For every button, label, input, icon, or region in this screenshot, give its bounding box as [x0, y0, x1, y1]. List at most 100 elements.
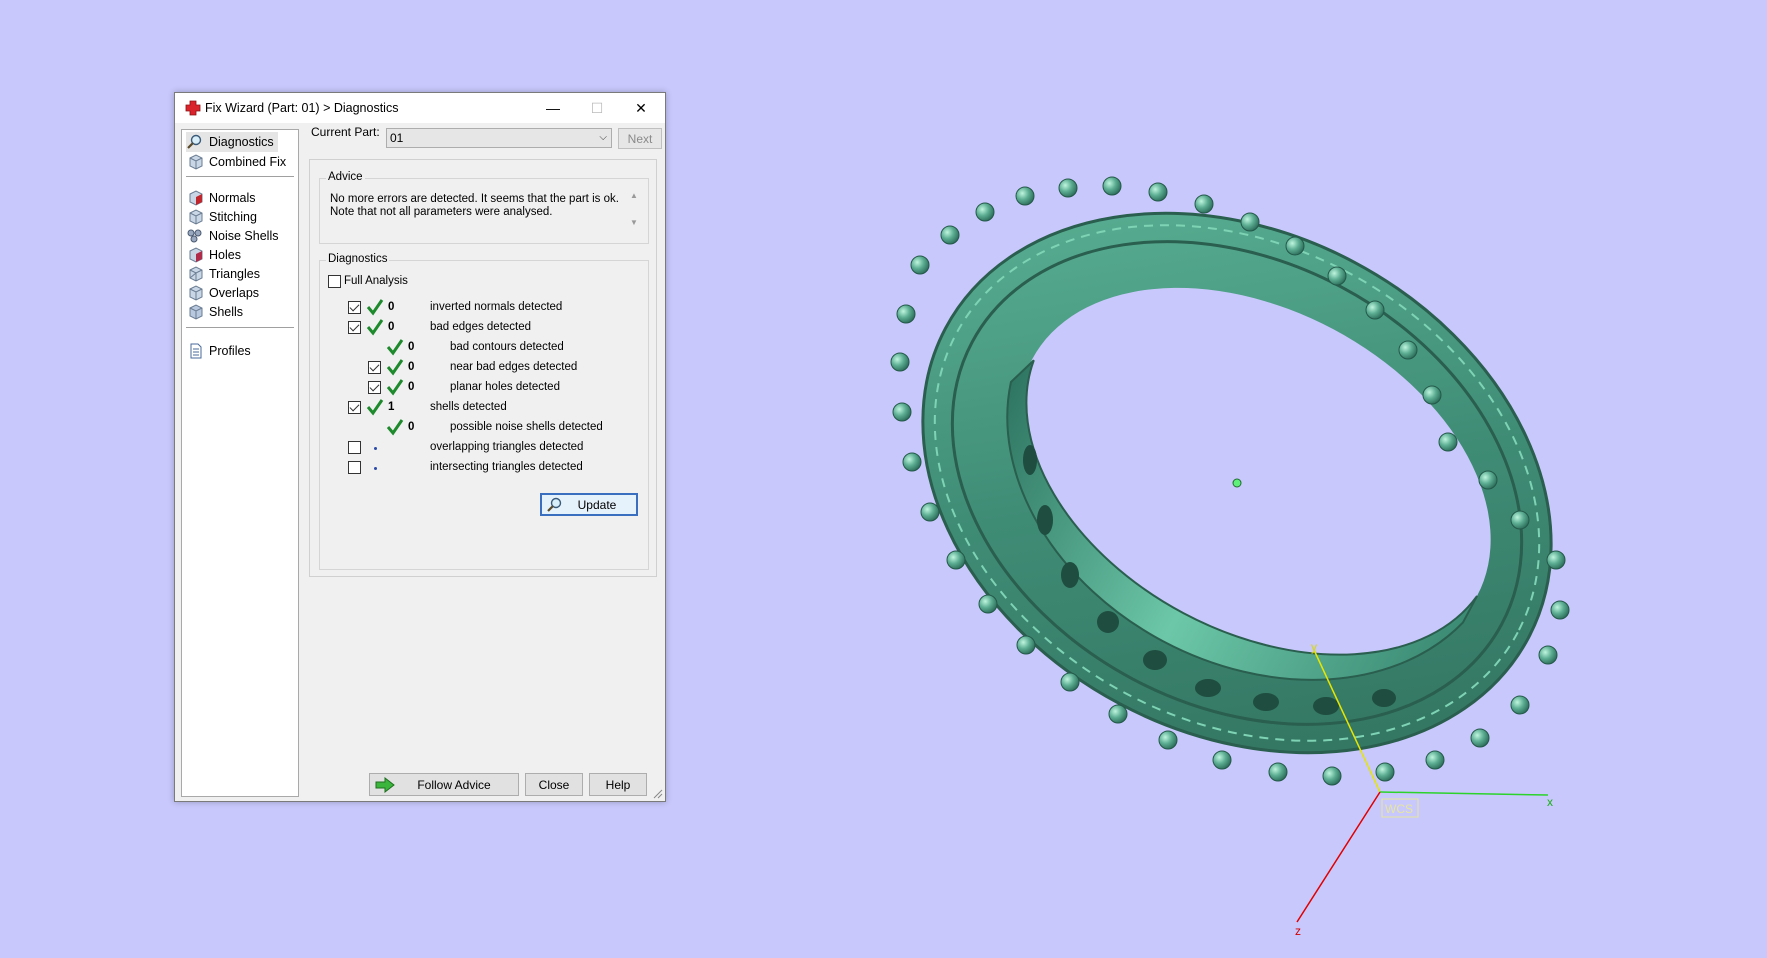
bad-edges-checkbox[interactable] — [348, 321, 361, 334]
shells-checkbox[interactable] — [348, 401, 361, 414]
update-label: Update — [577, 497, 617, 512]
title-bar[interactable]: Fix Wizard (Part: 01) > Diagnostics — ☐ … — [175, 93, 665, 123]
nav-item-shells[interactable]: Shells — [186, 302, 247, 322]
minimize-button[interactable]: — — [531, 93, 575, 123]
nav-item-normals[interactable]: Normals — [186, 188, 260, 208]
follow-advice-button[interactable]: Follow Advice — [369, 773, 519, 796]
nav-item-holes[interactable]: Holes — [186, 245, 245, 265]
noise-shells-icon — [187, 229, 202, 243]
shells-cube-icon — [189, 304, 203, 320]
nav-item-combined-fix[interactable]: Combined Fix — [186, 152, 290, 172]
noise-shells-text: possible noise shells detected — [450, 421, 603, 433]
chevron-down-icon: ⌵ — [599, 132, 607, 143]
near-bad-edges-count: 0 — [408, 361, 415, 373]
maximize-button[interactable]: ☐ — [575, 93, 619, 123]
wcs-label: WCS — [1385, 802, 1413, 816]
axis-x-label: x — [1547, 795, 1553, 809]
near-bad-edges-checkbox[interactable] — [368, 361, 381, 374]
overlapping-triangles-text: overlapping triangles detected — [430, 441, 584, 453]
full-analysis-label: Full Analysis — [344, 275, 408, 287]
overlaps-cube-icon — [189, 285, 203, 301]
nav-item-diagnostics[interactable]: Diagnostics — [186, 132, 278, 152]
inverted-normals-checkbox[interactable] — [348, 301, 361, 314]
nav-label: Combined Fix — [209, 155, 287, 169]
advice-text: No more errors are detected. It seems th… — [330, 193, 620, 219]
current-part-select[interactable]: 01 ⌵ — [386, 128, 612, 148]
diagnostics-group: Diagnostics Full Analysis 0 inverted nor… — [319, 253, 649, 570]
noise-shells-count: 0 — [408, 421, 415, 433]
cube-icon — [189, 154, 203, 170]
nav-label: Shells — [209, 305, 244, 319]
magnifier-icon — [547, 497, 562, 512]
advice-line-1: No more errors are detected. It seems th… — [330, 193, 619, 205]
close-button[interactable]: Close — [525, 773, 583, 796]
pending-dot-icon — [374, 467, 377, 470]
nav-item-stitching[interactable]: Stitching — [186, 207, 261, 227]
check-icon — [386, 339, 404, 356]
red-cross-icon — [185, 100, 201, 116]
help-button[interactable]: Help — [589, 773, 647, 796]
check-icon — [366, 319, 384, 336]
nav-item-overlaps[interactable]: Overlaps — [186, 283, 263, 303]
overlapping-triangles-checkbox[interactable] — [348, 441, 361, 454]
center-point — [1232, 478, 1242, 488]
advice-scrollbar[interactable]: ▲ ▼ — [628, 191, 640, 237]
nav-label: Holes — [209, 248, 241, 262]
bad-contours-count: 0 — [408, 341, 415, 353]
nav-label: Triangles — [209, 267, 260, 281]
fix-wizard-dialog: Fix Wizard (Part: 01) > Diagnostics — ☐ … — [174, 92, 666, 802]
near-bad-edges-text: near bad edges detected — [450, 361, 578, 373]
nav-label: Noise Shells — [209, 229, 279, 243]
nav-label: Profiles — [209, 344, 251, 358]
nav-label: Stitching — [209, 210, 257, 224]
advice-title: Advice — [326, 171, 365, 183]
current-part-label: Current Part: — [311, 125, 380, 139]
full-analysis-checkbox[interactable] — [328, 275, 341, 288]
planar-holes-checkbox[interactable] — [368, 381, 381, 394]
nav-divider — [186, 176, 294, 177]
nav-label: Diagnostics — [209, 135, 274, 149]
advice-line-2: Note that not all parameters were analys… — [330, 206, 553, 218]
normals-cube-icon — [189, 190, 203, 206]
follow-advice-label: Follow Advice — [417, 777, 491, 792]
content-panel: Advice No more errors are detected. It s… — [309, 159, 657, 577]
close-window-button[interactable]: ✕ — [619, 93, 663, 123]
nav-label: Overlaps — [209, 286, 260, 300]
nav-label: Normals — [209, 191, 256, 205]
resize-grip-icon[interactable] — [653, 789, 663, 799]
nav-item-triangles[interactable]: Triangles — [186, 264, 264, 284]
current-part-value: 01 — [390, 131, 404, 145]
stitching-cube-icon — [189, 209, 203, 225]
pending-dot-icon — [374, 447, 377, 450]
axis-y-label: y — [1311, 640, 1317, 654]
next-button[interactable]: Next — [618, 128, 662, 149]
bad-contours-text: bad contours detected — [450, 341, 564, 353]
check-icon — [366, 399, 384, 416]
triangles-cube-icon — [189, 266, 203, 282]
magnifier-icon — [187, 134, 202, 149]
shells-count: 1 — [388, 401, 395, 413]
intersecting-triangles-text: intersecting triangles detected — [430, 461, 583, 473]
green-arrow-icon — [375, 777, 395, 793]
inverted-normals-text: inverted normals detected — [430, 301, 563, 313]
bad-edges-count: 0 — [388, 321, 395, 333]
intersecting-triangles-checkbox[interactable] — [348, 461, 361, 474]
nav-item-noise-shells[interactable]: Noise Shells — [186, 226, 282, 246]
document-icon — [190, 343, 202, 359]
update-button[interactable]: Update — [540, 493, 638, 516]
inverted-normals-count: 0 — [388, 301, 395, 313]
axis-z-label: z — [1295, 924, 1301, 938]
check-icon — [386, 359, 404, 376]
bad-edges-text: bad edges detected — [430, 321, 532, 333]
nav-divider — [186, 327, 294, 328]
planar-holes-count: 0 — [408, 381, 415, 393]
check-icon — [386, 379, 404, 396]
check-icon — [366, 299, 384, 316]
shells-text: shells detected — [430, 401, 507, 413]
wizard-nav: Diagnostics Combined Fix Normals Stitchi… — [181, 129, 299, 797]
advice-group: Advice No more errors are detected. It s… — [319, 171, 649, 244]
nav-item-profiles[interactable]: Profiles — [186, 341, 255, 361]
diagnostics-title: Diagnostics — [326, 253, 390, 265]
window-title: Fix Wizard (Part: 01) > Diagnostics — [205, 101, 399, 115]
holes-cube-icon — [189, 247, 203, 263]
